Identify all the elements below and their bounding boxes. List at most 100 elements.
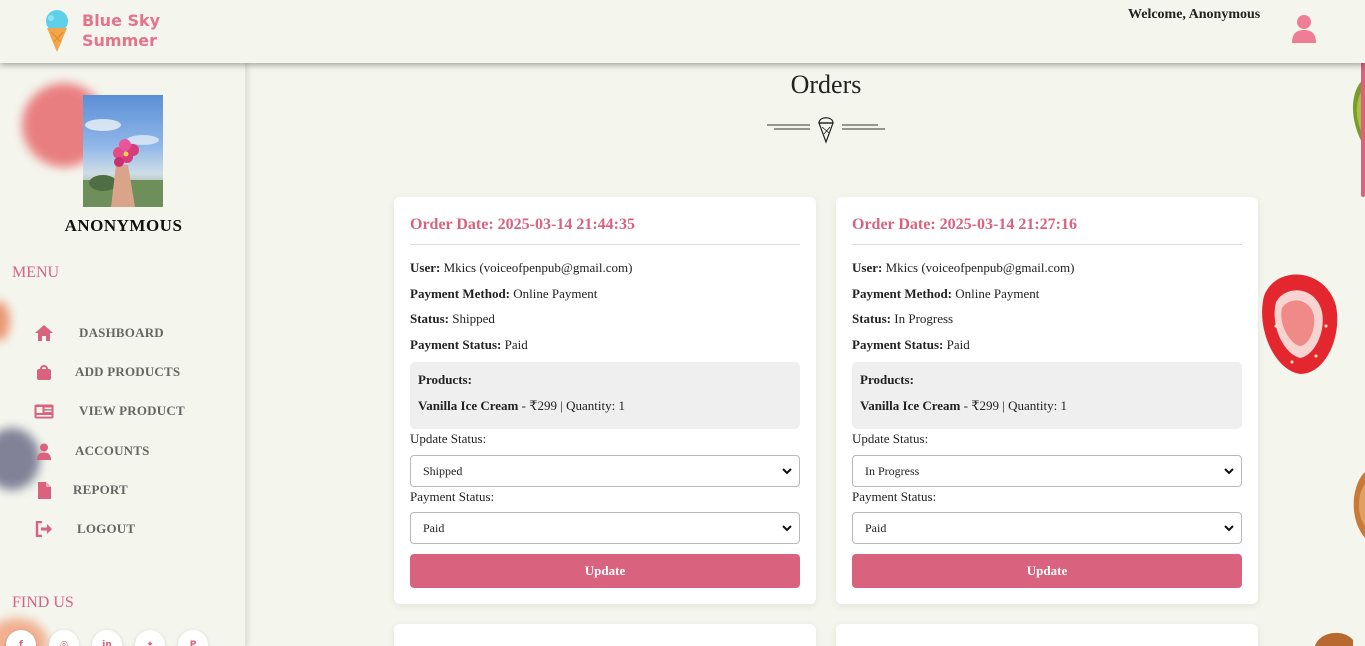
top-header: Blue Sky Summer Welcome, Anonymous [0, 0, 1365, 63]
chevron-down-icon [1224, 525, 1234, 532]
field-value: Mkics (voiceofpenpub@gmail.com) [885, 260, 1075, 275]
nut-decor-icon [1315, 632, 1353, 646]
field-label: Payment Method: [852, 286, 953, 301]
scrollbar-thumb[interactable] [1361, 44, 1365, 197]
findus-heading: FIND US [12, 594, 74, 611]
payment-select-value: Paid [423, 520, 445, 535]
order-date: Order Date: 2025-03-14 21:27:16 [852, 216, 1077, 233]
page-title: Orders [790, 70, 862, 99]
user-profile-icon[interactable] [1291, 14, 1317, 44]
field-value: Paid [946, 337, 970, 352]
brand-name: Blue Sky Summer [82, 11, 160, 51]
field-value: Mkics (voiceofpenpub@gmail.com) [443, 260, 633, 275]
nav-item-accounts[interactable]: ACCOUNTS [34, 439, 150, 463]
product-line: Vanilla Ice Cream - ₹299 | Quantity: 1 [860, 398, 1067, 414]
decor-fruit-blur [0, 301, 10, 341]
home-icon [34, 323, 54, 343]
almond-decor-icon [1353, 472, 1365, 538]
welcome-text: Welcome, Anonymous [1128, 7, 1261, 22]
user-icon [34, 441, 54, 461]
product-detail: - ₹299 | Quantity: 1 [518, 398, 625, 413]
status-select[interactable]: Shipped [410, 455, 800, 487]
order-card: Order Date: 2025-03-14 21:44:35 User: Mk… [394, 197, 816, 604]
nav-label: REPORT [73, 482, 128, 497]
id-card-icon [34, 401, 54, 421]
field-label: Status: [410, 311, 450, 326]
strawberry-decor-icon [1262, 274, 1338, 374]
brand-name-line1: Blue Sky [82, 11, 161, 30]
logout-icon [34, 519, 54, 539]
brand-name-line2: Summer [82, 31, 157, 50]
chevron-down-icon [1224, 468, 1234, 475]
nav-label: ACCOUNTS [75, 443, 150, 458]
order-status: Status: In Progress [852, 311, 953, 327]
ice-cream-logo-icon [46, 10, 68, 52]
field-label: Payment Status: [852, 337, 944, 352]
field-value: In Progress [894, 311, 954, 326]
products-heading: Products: [418, 372, 472, 387]
order-payment-method: Payment Method: Online Payment [852, 286, 1039, 302]
update-status-label: Update Status: [852, 431, 929, 446]
update-button[interactable]: Update [852, 554, 1242, 588]
facebook-icon[interactable]: f [6, 630, 36, 646]
field-label: User: [410, 260, 441, 275]
update-button[interactable]: Update [410, 554, 800, 588]
payment-select-value: Paid [865, 520, 887, 535]
nav-item-report[interactable]: REPORT [34, 478, 128, 502]
field-label: Payment Method: [410, 286, 511, 301]
ice-cream-divider-icon [767, 117, 885, 144]
status-select-value: In Progress [865, 463, 920, 478]
nav-item-add-products[interactable]: ADD PRODUCTS [34, 360, 180, 384]
product-detail: - ₹299 | Quantity: 1 [960, 398, 1067, 413]
products-box: Products: Vanilla Ice Cream - ₹299 | Qua… [852, 362, 1242, 429]
order-date: Order Date: 2025-03-14 21:44:35 [410, 216, 635, 233]
sidebar: ANONYMOUS MENU DASHBOARD ADD PRODUCTS VI… [0, 63, 247, 646]
order-card: Order Date: 2025-03-14 21:27:16 User: Mk… [836, 197, 1258, 604]
profile-name: ANONYMOUS [64, 216, 183, 235]
shopping-bag-icon [34, 362, 54, 382]
field-value: Online Payment [513, 286, 598, 301]
nav-item-logout[interactable]: LOGOUT [34, 517, 135, 541]
twitter-icon[interactable]: ✦ [135, 630, 165, 646]
product-name: Vanilla Ice Cream [860, 398, 961, 413]
order-card-partial [836, 624, 1258, 646]
chevron-down-icon [782, 468, 792, 475]
nav-label: DASHBOARD [79, 325, 164, 340]
update-status-label: Update Status: [410, 431, 487, 446]
payment-status-label: Payment Status: [852, 489, 937, 504]
payment-status-label: Payment Status: [410, 489, 495, 504]
menu-heading: MENU [12, 264, 60, 281]
payment-status-select[interactable]: Paid [410, 512, 800, 544]
products-heading: Products: [860, 372, 914, 387]
nav-label: VIEW PRODUCT [79, 403, 185, 418]
order-payment-status: Payment Status: Paid [852, 337, 970, 353]
field-value: Shipped [452, 311, 495, 326]
field-value: Online Payment [955, 286, 1040, 301]
nav-item-dashboard[interactable]: DASHBOARD [34, 321, 164, 345]
order-payment-method: Payment Method: Online Payment [410, 286, 597, 302]
profile-photo [83, 95, 163, 207]
order-payment-status: Payment Status: Paid [410, 337, 528, 353]
order-status: Status: Shipped [410, 311, 495, 327]
order-user: User: Mkics (voiceofpenpub@gmail.com) [852, 260, 1074, 276]
social-links: f ◎ in ✦ P [6, 630, 208, 646]
pinterest-icon[interactable]: P [178, 630, 208, 646]
product-line: Vanilla Ice Cream - ₹299 | Quantity: 1 [418, 398, 625, 414]
status-select[interactable]: In Progress [852, 455, 1242, 487]
field-value: Paid [504, 337, 528, 352]
product-name: Vanilla Ice Cream [418, 398, 519, 413]
field-label: User: [852, 260, 883, 275]
card-divider [410, 244, 800, 245]
payment-status-select[interactable]: Paid [852, 512, 1242, 544]
nav-label: ADD PRODUCTS [75, 364, 181, 379]
profile-photo-image [83, 119, 163, 207]
brand-logo[interactable]: Blue Sky Summer [42, 8, 167, 54]
chevron-down-icon [782, 525, 792, 532]
instagram-icon[interactable]: ◎ [49, 630, 79, 646]
linkedin-icon[interactable]: in [92, 630, 122, 646]
card-divider [852, 244, 1242, 245]
order-card-partial [394, 624, 816, 646]
nav-item-view-product[interactable]: VIEW PRODUCT [34, 399, 185, 423]
field-label: Status: [852, 311, 892, 326]
file-icon [34, 480, 54, 500]
